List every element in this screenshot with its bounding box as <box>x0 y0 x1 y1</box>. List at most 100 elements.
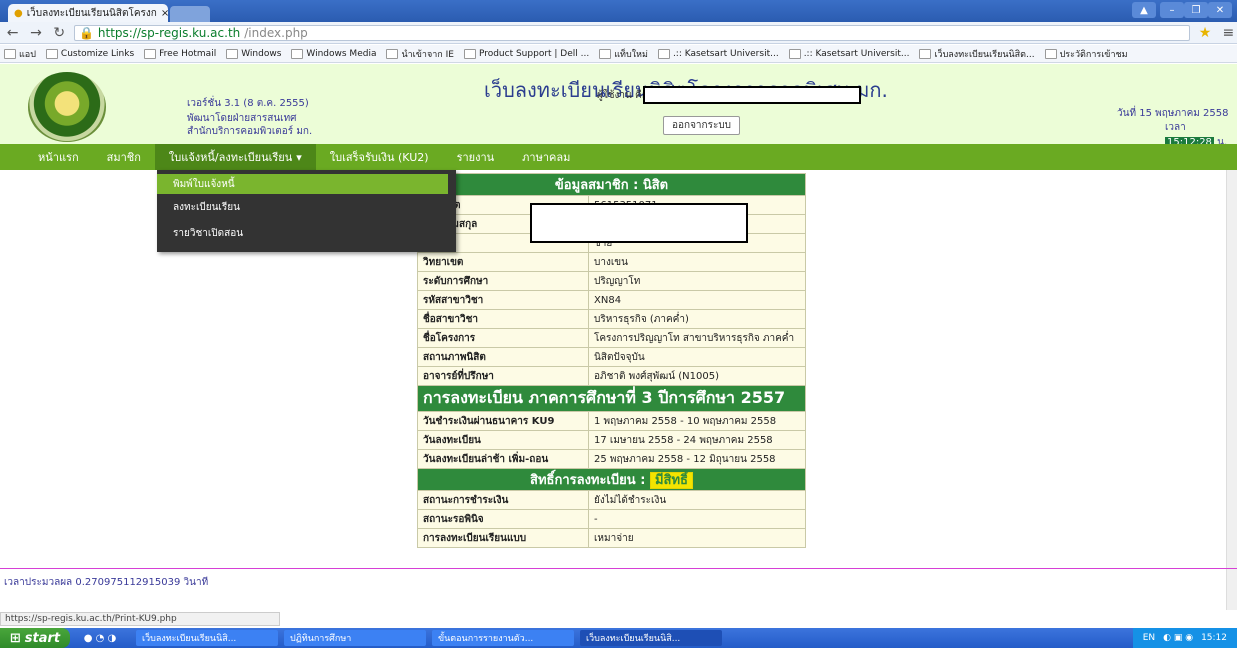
system-tray: EN ◐ ▣ ◉ 15:12 <box>1132 628 1237 648</box>
row-label: วิทยาเขต <box>417 252 589 272</box>
bookmark-label: แท็บใหม่ <box>614 49 648 60</box>
nav-report[interactable]: รายงาน <box>443 144 509 170</box>
row-value: XN84 <box>588 290 806 310</box>
page-scrollbar[interactable] <box>1226 170 1237 610</box>
row-value: อภิชาติ พงศ์สุพัฒน์ (N1005) <box>588 366 806 386</box>
chevron-down-icon: ▾ <box>296 150 302 164</box>
nav-invoice-registration[interactable]: ใบแจ้งหนี้/ลงทะเบียนเรียน ▾ <box>154 144 316 170</box>
row-value: 17 เมษายน 2558 - 24 พฤษภาคม 2558 <box>588 430 806 450</box>
bookmark-item[interactable]: Windows <box>226 48 282 59</box>
forward-icon[interactable]: → <box>27 25 44 41</box>
tray-clock: 15:12 <box>1201 633 1227 643</box>
bookmark-item[interactable]: .:: Kasetsart Universit... <box>788 48 910 59</box>
tab-title: เว็บลงทะเบียนเรียนนิสิตโครงก <box>26 7 157 19</box>
row-value: ยังไม่ได้ชำระเงิน <box>588 490 806 510</box>
browser-tab[interactable]: ● เว็บลงทะเบียนเรียนนิสิตโครงก × <box>8 4 168 22</box>
bookmark-item[interactable]: นำเข้าจาก IE <box>386 47 454 61</box>
developer-office-text: สำนักบริการคอมพิวเตอร์ มก. <box>187 126 313 137</box>
bookmark-page-icon <box>226 48 239 59</box>
table-row: วันชำระเงินผ่านธนาคาร KU9 1 พฤษภาคม 2558 … <box>417 411 806 431</box>
bookmark-label: .:: Kasetsart Universit... <box>803 48 910 59</box>
bookmark-page-icon <box>463 48 476 59</box>
address-bar[interactable]: 🔒 https://sp-regis.ku.ac.th/index.php <box>73 24 1191 41</box>
bookmark-item[interactable]: แอป <box>4 47 36 61</box>
menu-item-print-invoice[interactable]: พิมพ์ใบแจ้งหนี้ <box>157 174 448 194</box>
registration-title: การลงทะเบียน ภาคการศึกษาที่ 3 ปีการศึกษา… <box>417 385 806 412</box>
quick-launch[interactable]: ● ◔ ◑ <box>70 633 130 644</box>
table-row: สถานภาพนิสิต นิสิตปัจจุบัน <box>417 347 806 367</box>
menu-item-courses[interactable]: รายวิชาเปิดสอน <box>157 220 456 246</box>
bookmark-item[interactable]: ประวัติการเข้าชม <box>1044 47 1128 61</box>
table-row: อาจารย์ที่ปรึกษา อภิชาติ พงศ์สุพัฒน์ (N10… <box>417 366 806 386</box>
table-row: การลงทะเบียนเรียนแบบ เหมาจ่าย <box>417 528 806 548</box>
nav-member[interactable]: สมาชิก <box>93 144 155 170</box>
bookmark-item[interactable]: Windows Media <box>291 48 377 59</box>
rights-title: สิทธิ์การลงทะเบียน : <box>530 473 646 488</box>
browser-toolbar: ← → ↻ 🔒 https://sp-regis.ku.ac.th/index.… <box>0 22 1237 44</box>
bookmark-item[interactable]: Product Support | Dell ... <box>463 48 590 59</box>
bookmark-item[interactable]: เว็บลงทะเบียนเรียนนิสิต... <box>919 47 1035 61</box>
nav-language[interactable]: ภาษาคลม <box>508 144 584 170</box>
language-indicator[interactable]: EN <box>1143 633 1155 643</box>
bookmark-label: Windows Media <box>306 48 377 59</box>
url-scheme: https:// <box>97 25 141 40</box>
footer-divider <box>0 568 1237 569</box>
nav-home[interactable]: หน้าแรก <box>0 144 93 170</box>
bookmark-item[interactable]: Free Hotmail <box>144 48 216 59</box>
bookmarks-bar: แอป Customize Links Free Hotmail Windows Win… <box>0 45 1237 63</box>
tab-close-icon[interactable]: × <box>161 8 168 19</box>
user-icon[interactable]: ▲ <box>1132 2 1156 18</box>
taskbar-item[interactable]: เว็บลงทะเบียนเรียนนิสิ... <box>136 630 278 646</box>
chrome-favicon-icon: ● <box>14 7 23 19</box>
taskbar-item[interactable]: ขั้นตอนการรายงานตัว... <box>432 630 574 646</box>
row-label: วันลงทะเบียนล่าช้า เพิ่ม-ถอน <box>417 449 589 469</box>
close-window-icon[interactable]: ✕ <box>1208 2 1232 18</box>
logout-button[interactable]: ออกจากระบบ <box>663 116 741 135</box>
bookmark-item[interactable]: .:: Kasetsart Universit... <box>657 48 779 59</box>
bookmark-label: Product Support | Dell ... <box>478 48 590 59</box>
row-label: วันชำระเงินผ่านธนาคาร KU9 <box>417 411 589 431</box>
nav-invoice-label: ใบแจ้งหนี้/ลงทะเบียนเรียน <box>168 151 293 164</box>
table-row: วิทยาเขต บางเขน <box>417 252 806 272</box>
row-value: เหมาจ่าย <box>588 528 806 548</box>
start-button[interactable]: ⊞ start <box>0 628 70 648</box>
bookmark-page-icon <box>144 48 157 59</box>
row-label: อาจารย์ที่ปรึกษา <box>417 366 589 386</box>
row-label: สถานะการชำระเงิน <box>417 490 589 510</box>
invoice-dropdown-menu: พิมพ์ใบแจ้งหนี้ ลงทะเบียนเรียน รายวิชาเป… <box>157 170 456 252</box>
url-host: sp-regis.ku.ac.th <box>140 25 241 40</box>
bookmark-item[interactable]: แท็บใหม่ <box>599 47 648 61</box>
back-icon[interactable]: ← <box>4 25 21 41</box>
table-row: ชื่อสาขาวิชา บริหารธุรกิจ (ภาคค่ำ) <box>417 309 806 329</box>
taskbar-item[interactable]: ปฏิทินการศึกษา <box>284 630 426 646</box>
row-value: 1 พฤษภาคม 2558 - 10 พฤษภาคม 2558 <box>588 411 806 431</box>
url-path: /index.php <box>244 25 308 40</box>
browser-status-bar: https://sp-regis.ku.ac.th/Print-KU9.php <box>0 612 280 626</box>
row-value: ปริญญาโท <box>588 271 806 291</box>
bookmark-page-icon <box>919 48 932 59</box>
row-label: ชื่อสาขาวิชา <box>417 309 589 329</box>
bookmark-page-icon <box>4 48 16 59</box>
time-prefix: เวลา <box>1165 122 1186 133</box>
bookmark-item[interactable]: Customize Links <box>45 48 134 59</box>
reload-icon[interactable]: ↻ <box>51 25 68 41</box>
bookmark-label: Windows <box>241 48 282 59</box>
table-row: ชื่อโครงการ โครงการปริญญาโท สาขาบริหารธุร… <box>417 328 806 348</box>
tray-icons[interactable]: ◐ ▣ ◉ <box>1163 633 1193 643</box>
maximize-icon[interactable]: ❐ <box>1184 2 1208 18</box>
ku-logo <box>28 72 106 142</box>
row-label: สถานภาพนิสิต <box>417 347 589 367</box>
menu-icon[interactable]: ≡ <box>1220 25 1237 41</box>
menu-item-register[interactable]: ลงทะเบียนเรียน <box>157 194 456 220</box>
bookmark-star-icon[interactable]: ★ <box>1196 25 1213 41</box>
nav-receipt[interactable]: ใบเสร็จรับเงิน (KU2) <box>316 144 443 170</box>
row-label: วันลงทะเบียน <box>417 430 589 450</box>
date-text: วันที่ 15 พฤษภาคม 2558 <box>1117 108 1229 119</box>
taskbar-item-active[interactable]: เว็บลงทะเบียนเรียนนิสิ... <box>580 630 722 646</box>
new-tab-button[interactable] <box>170 6 210 22</box>
minimize-icon[interactable]: – <box>1160 2 1184 18</box>
site-header: เวอร์ชั่น 3.1 (8 ต.ค. 2555) พัฒนาโดยฝ่าย… <box>0 64 1237 148</box>
bookmark-label: นำเข้าจาก IE <box>401 49 454 60</box>
bookmark-page-icon <box>386 48 399 59</box>
row-value: นิสิตปัจจุบัน <box>588 347 806 367</box>
